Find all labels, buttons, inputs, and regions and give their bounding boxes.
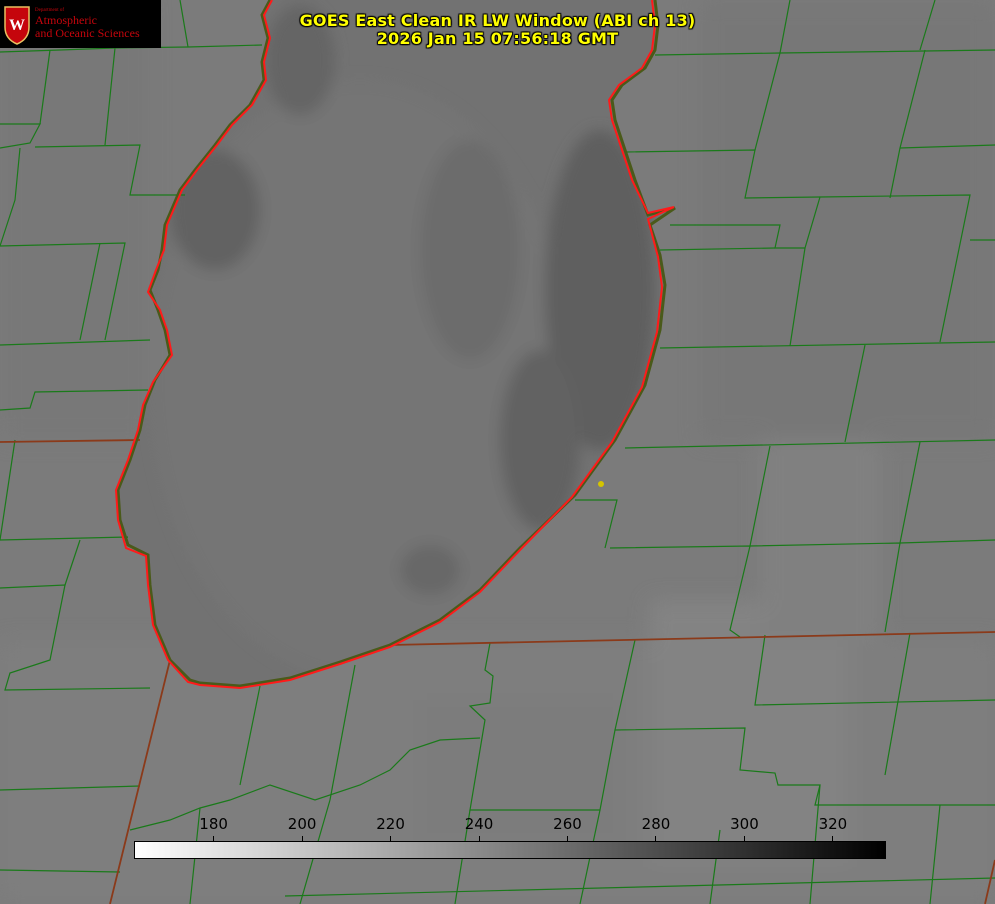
satellite-map	[0, 0, 995, 904]
image-timestamp: 2026 Jan 15 07:56:18 GMT	[376, 29, 619, 48]
location-marker	[598, 481, 604, 487]
image-title: GOES East Clean IR LW Window (ABI ch 13)	[299, 11, 696, 30]
colorbar	[134, 841, 886, 859]
